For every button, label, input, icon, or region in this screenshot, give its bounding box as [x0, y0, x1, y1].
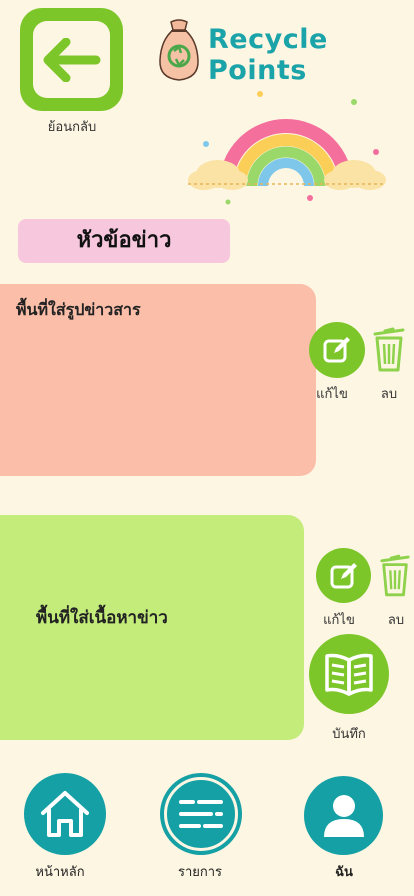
nav-profile-label: ฉัน [335, 865, 353, 880]
edit-content-label: แก้ไข [323, 613, 355, 628]
edit-icon [330, 562, 357, 588]
edit-content-button[interactable] [316, 548, 371, 603]
edit-image-button[interactable] [309, 322, 365, 378]
recycle-bag-icon [159, 19, 199, 81]
nav-list-button[interactable] [160, 773, 242, 855]
book-icon [325, 653, 373, 696]
delete-content-label: ลบ [387, 613, 405, 628]
home-icon [41, 791, 89, 837]
app-title: Recycle Points [208, 24, 328, 86]
back-button-inner [33, 21, 110, 98]
save-label: บันทึก [332, 727, 366, 742]
list-icon [179, 800, 223, 828]
trash-icon[interactable] [378, 552, 412, 598]
nav-list-label: รายการ [177, 865, 223, 880]
trash-icon[interactable] [371, 326, 407, 372]
arrow-left-icon [43, 37, 100, 82]
edit-image-label: แก้ไข [316, 387, 348, 402]
nav-list-ring [164, 777, 238, 851]
news-headline[interactable]: หัวข้อข่าว [18, 219, 230, 263]
edit-icon [323, 337, 350, 363]
news-content-area-label: พื้นที่ใส่เนื้อหาข่าว [36, 608, 168, 628]
save-button[interactable] [309, 634, 389, 714]
delete-image-label: ลบ [380, 387, 398, 402]
back-button[interactable] [20, 8, 123, 111]
news-image-area-label: พื้นที่ใส่รูปข่าวสาร [16, 300, 141, 319]
rainbow-illustration [188, 91, 386, 205]
nav-profile-button[interactable] [304, 776, 383, 855]
back-label: ย้อนกลับ [47, 120, 97, 135]
nav-home-label: หน้าหลัก [35, 865, 85, 880]
nav-home-button[interactable] [24, 773, 106, 855]
user-icon [323, 794, 364, 837]
